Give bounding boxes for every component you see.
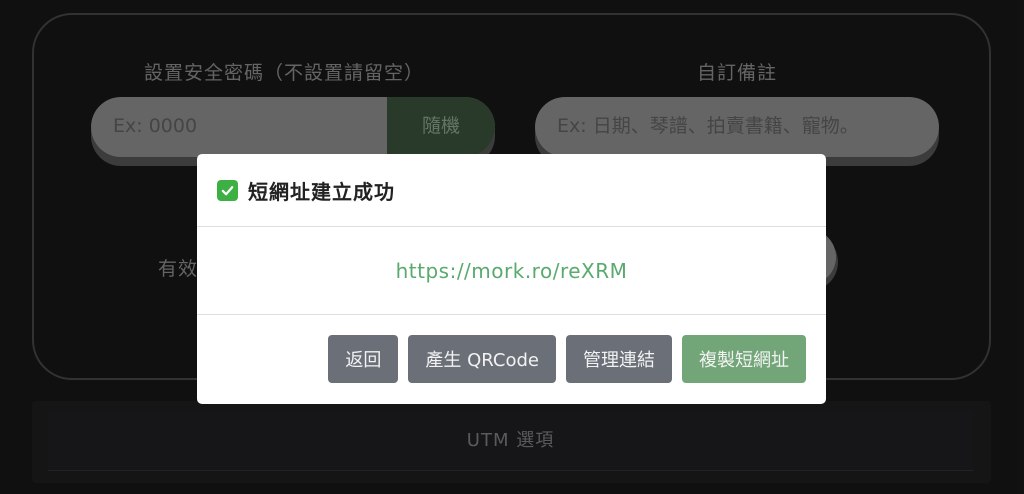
page: 設置安全密碼（不設置請留空） 自訂備註 Ex: 0000 隨機 Ex: 日期、琴… — [0, 0, 1024, 494]
modal-footer: 返回 產生 QRCode 管理連結 複製短網址 — [197, 315, 826, 403]
copy-short-url-button[interactable]: 複製短網址 — [682, 335, 806, 383]
manage-link-button[interactable]: 管理連結 — [566, 335, 672, 383]
back-button[interactable]: 返回 — [328, 335, 399, 383]
generate-qrcode-button[interactable]: 產生 QRCode — [408, 335, 556, 383]
short-url-link[interactable]: https://mork.ro/reXRM — [396, 259, 628, 283]
modal-body: https://mork.ro/reXRM — [197, 227, 826, 315]
check-mark-icon — [217, 179, 238, 201]
modal-header: 短網址建立成功 — [197, 154, 826, 227]
modal-title: 短網址建立成功 — [248, 179, 395, 204]
success-modal: 短網址建立成功 https://mork.ro/reXRM 返回 產生 QRCo… — [197, 154, 826, 404]
